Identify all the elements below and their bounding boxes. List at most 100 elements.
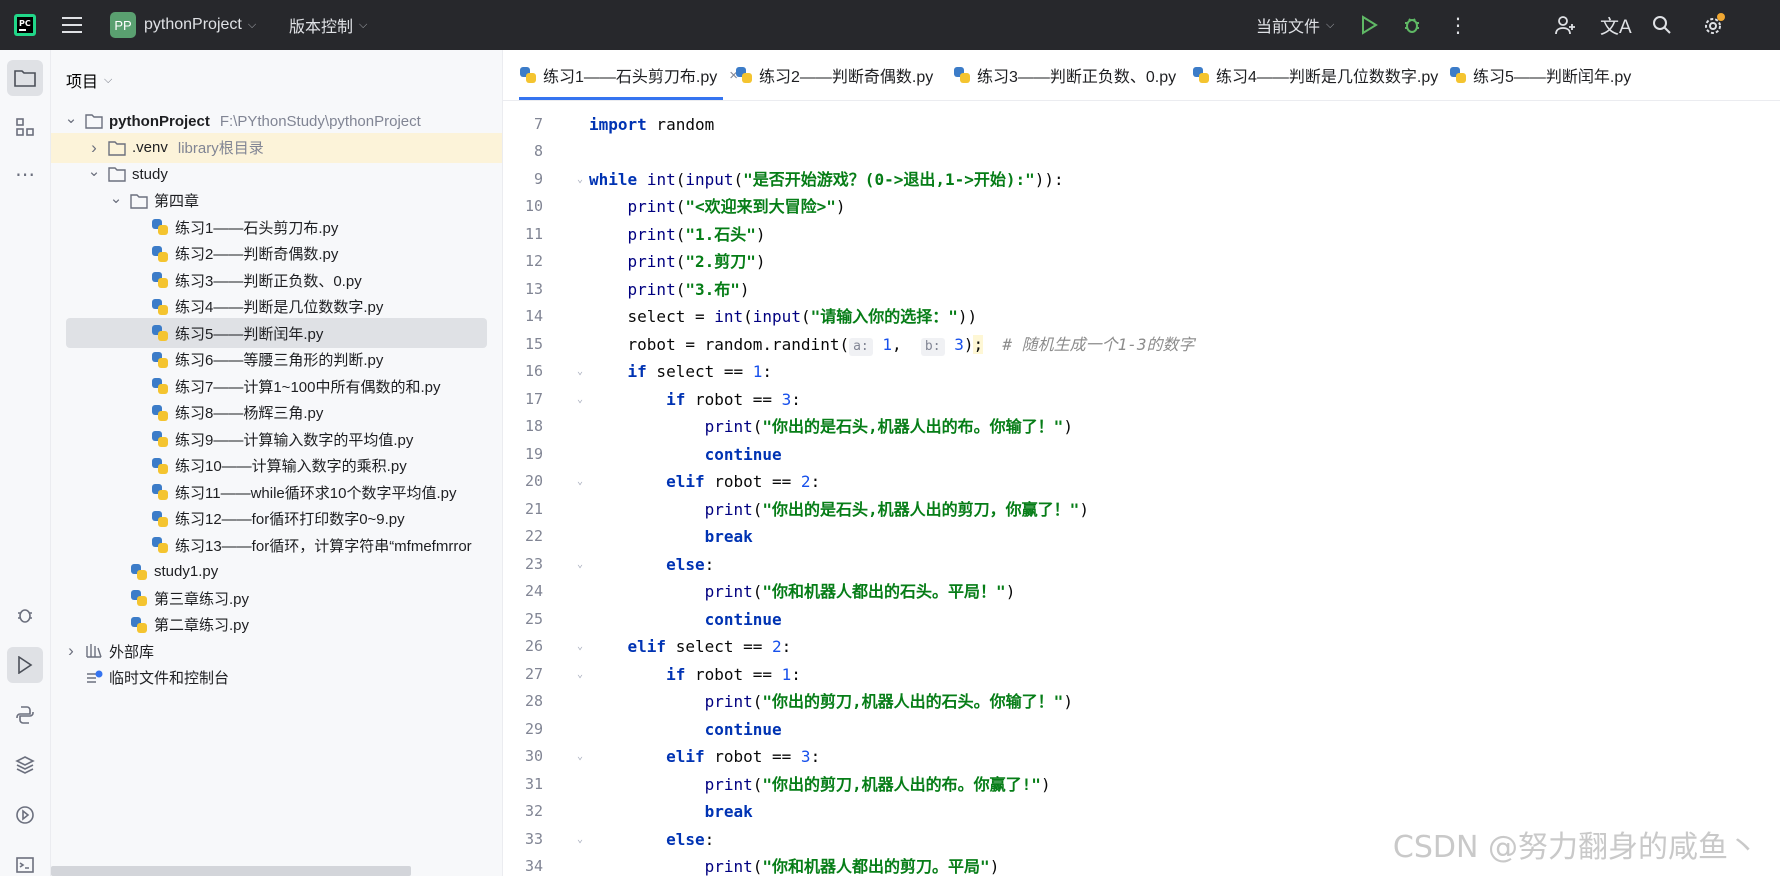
code-line[interactable]: print("你出的是石头,机器人出的剪刀，你赢了！") [589,496,1089,524]
code-line[interactable]: print("你和机器人都出的剪刀。平局") [589,853,1000,876]
expand-down-icon[interactable]: ⌄ [86,162,102,180]
tree-item[interactable]: › .venv library根目录 [51,132,502,163]
fold-chevron-icon[interactable]: ⌄ [573,386,587,414]
packages-layers-icon[interactable] [7,747,43,783]
code-token: print [627,279,676,299]
code-editor[interactable]: 6789⌄10111213141516⌄17⌄181920⌄212223⌄242… [503,101,1780,876]
pycharm-logo-icon[interactable]: PC [14,0,36,50]
code-line[interactable]: print("你和机器人都出的石头。平局！") [589,578,1016,606]
tree-item[interactable]: ⌄ pythonProject F:\PYthonStudy\pythonProje… [51,106,502,136]
expand-right-icon[interactable]: › [86,138,102,158]
line-number: 8 [533,142,543,160]
fold-chevron-icon[interactable]: ⌄ [573,358,587,386]
code-line[interactable]: print("1.石头") [589,221,766,249]
tree-item[interactable]: 练习5——判断闰年.py [51,318,502,348]
python-console-icon[interactable] [7,697,43,733]
tree-item[interactable]: 练习10——计算输入数字的乘积.py [51,451,502,481]
code-line[interactable]: else: [589,551,714,579]
code-line[interactable]: print("2.剪刀") [589,248,766,276]
code-token: ( [675,252,686,271]
tree-item[interactable]: 第二章练习.py [51,610,502,640]
code-line[interactable]: continue [589,441,782,469]
code-line[interactable]: print("你出的剪刀,机器人出的石头。你输了！") [589,688,1073,716]
code-line[interactable]: print("<欢迎来到大冒险>") [589,193,846,221]
code-line[interactable]: print("3.布") [589,276,750,304]
editor-tab[interactable]: 练习2——判断奇偶数.py [735,50,933,100]
code-line[interactable]: elif select == 2: [589,633,792,661]
debug-tool-icon[interactable] [7,597,43,633]
fold-chevron-icon[interactable]: ⌄ [573,661,587,689]
code-line[interactable]: import random [589,111,714,139]
tree-item[interactable]: › 外部库 [51,636,502,666]
code-line[interactable]: continue [589,716,782,744]
tree-item[interactable]: study1.py [51,557,502,587]
editor-tab[interactable]: 练习3——判断正负数、0.py [953,50,1176,100]
tree-item[interactable]: 练习4——判断是几位数数字.py [51,292,502,322]
code-line[interactable]: if robot == 1: [589,661,801,689]
expand-right-icon[interactable]: › [63,641,79,661]
main-menu-icon[interactable] [62,0,84,50]
expand-down-icon[interactable]: ⌄ [63,109,79,127]
code-line[interactable]: robot = random.randint(a: 1, b: 3); # 随机… [589,331,1195,359]
editor-tab[interactable]: 练习4——判断是几位数数字.py [1192,50,1438,100]
code-line[interactable]: continue [589,606,782,634]
code-token: 3 [781,389,792,409]
code-line[interactable]: elif robot == 2: [589,468,820,496]
code-line[interactable]: print("你出的剪刀,机器人出的布。你赢了!") [589,771,1051,799]
project-panel-header[interactable]: 项目 ⌵ [66,68,112,92]
tree-item[interactable]: ⌄ study [51,159,502,189]
tree-item[interactable]: ⌄ 第四章 [51,186,502,216]
tree-item[interactable]: 练习11——while循环求10个数字平均值.py [51,477,502,507]
tree-item[interactable]: 练习12——for循环打印数字0~9.py [51,504,502,534]
code-line[interactable]: elif robot == 3: [589,743,820,771]
fold-chevron-icon[interactable]: ⌄ [573,551,587,579]
code-line[interactable]: while int(input("是否开始游戏？(0->退出,1->开始):")… [589,166,1064,194]
tree-item[interactable]: 临时文件和控制台 [51,663,502,693]
code-token: "是否开始游戏？(0->退出,1->开始):" [743,169,1035,189]
tree-item[interactable]: 练习6——等腰三角形的判断.py [51,345,502,375]
tree-item[interactable]: 练习1——石头剪刀布.py [51,212,502,242]
code-token: input [685,169,734,189]
tree-item[interactable]: 练习8——杨辉三角.py [51,398,502,428]
project-tool-folder-icon[interactable] [7,60,43,96]
terminal-icon[interactable] [7,847,43,883]
code-line[interactable]: if select == 1: [589,358,773,386]
add-user-icon[interactable] [1554,0,1576,50]
structure-icon[interactable] [7,109,43,145]
debug-icon[interactable] [1402,0,1422,50]
editor-tab[interactable]: 练习1——石头剪刀布.py × [519,50,738,100]
code-line[interactable]: else: [589,826,714,854]
more-tools-icon[interactable]: ⋯ [7,156,43,192]
settings-gear-icon[interactable] [1702,0,1726,50]
tree-item[interactable]: 练习3——判断正负数、0.py [51,265,502,295]
code-line[interactable]: if robot == 3: [589,386,801,414]
search-icon[interactable] [1652,0,1672,50]
horizontal-scrollbar[interactable] [51,866,411,876]
fold-chevron-icon[interactable]: ⌄ [573,633,587,661]
fold-chevron-icon[interactable]: ⌄ [573,468,587,496]
fold-chevron-icon[interactable]: ⌄ [573,826,587,854]
code-line[interactable]: select = int(input("请输入你的选择：")) [589,303,978,331]
tree-item[interactable]: 练习9——计算输入数字的平均值.py [51,424,502,454]
run-config-selector[interactable]: 当前文件 ⌵ [1256,0,1334,50]
vcs-menu[interactable]: 版本控制 ⌵ [289,0,367,50]
code-line[interactable]: break [589,798,753,826]
code-line[interactable]: print("你出的是石头,机器人出的布。你输了！") [589,413,1073,441]
editor-tab[interactable]: 练习5——判断闰年.py [1449,50,1631,100]
line-number: 9 [533,169,543,188]
code-line[interactable]: break [589,523,753,551]
translate-icon[interactable]: 文A [1600,0,1632,50]
project-selector[interactable]: PP pythonProject ⌵ [110,0,256,50]
fold-chevron-icon[interactable]: ⌄ [573,743,587,771]
more-actions-icon[interactable]: ⋮ [1448,0,1468,50]
tree-item[interactable]: 练习7——计算1~100中所有偶数的和.py [51,371,502,401]
services-icon[interactable] [7,797,43,833]
fold-chevron-icon[interactable]: ⌄ [573,166,587,194]
line-number-gutter: 6 7 8 9 ⌄ 10 11 12 13 14 15 16 ⌄ 17 ⌄ 18 19 20 ⌄ 21 22 23 ⌄ 24 2… [503,101,588,876]
expand-down-icon[interactable]: ⌄ [108,189,124,207]
run-icon[interactable] [1360,0,1378,50]
run-tool-icon[interactable] [7,647,43,683]
tree-item[interactable]: 第三章练习.py [51,583,502,613]
tree-item[interactable]: 练习13——for循环，计算字符串“mfmefmrror [51,530,502,560]
tree-item[interactable]: 练习2——判断奇偶数.py [51,239,502,269]
